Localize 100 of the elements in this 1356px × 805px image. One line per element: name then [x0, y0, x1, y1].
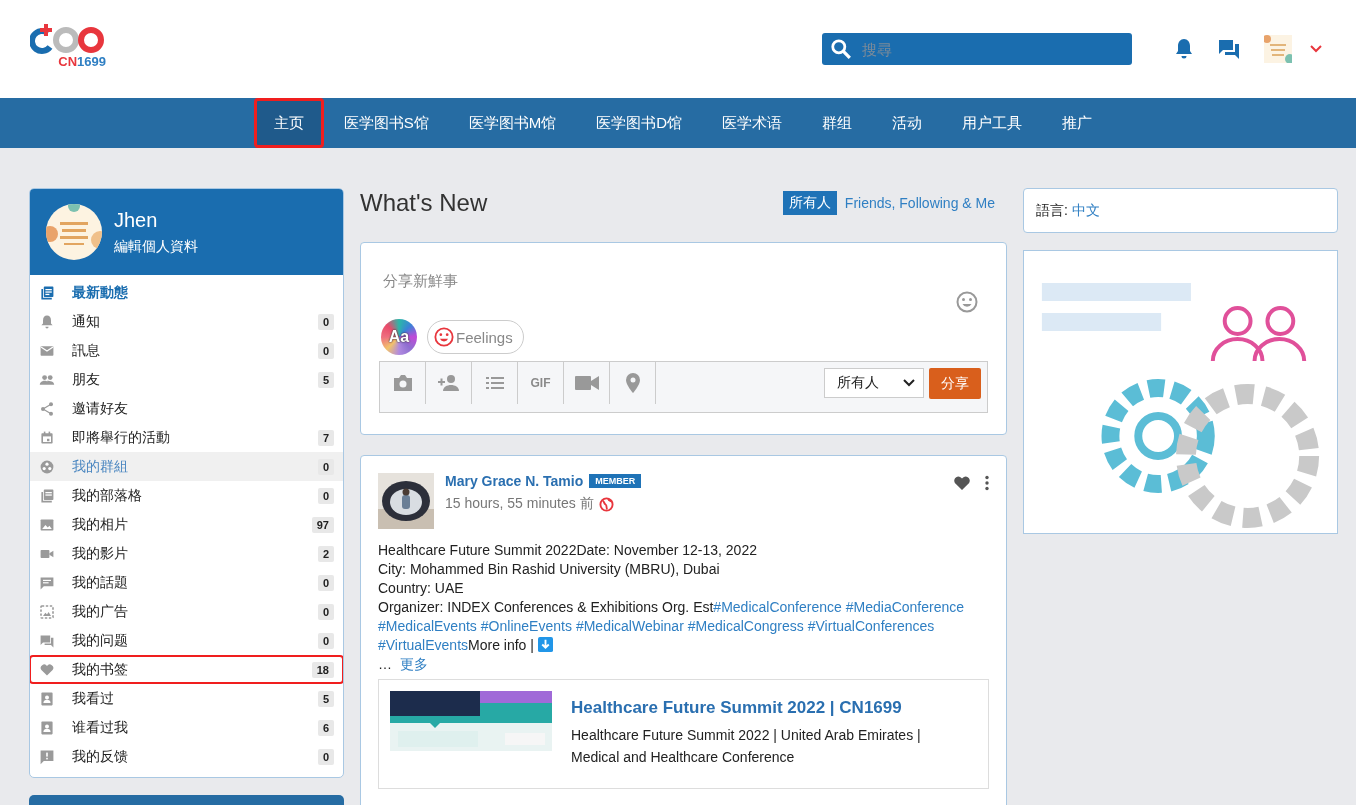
- hashtag-link[interactable]: #VirtualEvents: [378, 637, 468, 653]
- messages-icon[interactable]: [1218, 38, 1240, 60]
- download-icon: [537, 637, 553, 652]
- sidebar-label: 我的相片: [72, 515, 128, 534]
- image-icon: [39, 516, 55, 533]
- sidebar-label: 我的影片: [72, 544, 128, 563]
- preview-description: Healthcare Future Summit 2022 | United Arab Emirates | Medical and Healthcare Conference: [571, 726, 922, 767]
- heart-icon[interactable]: [953, 475, 971, 491]
- sidebar-item[interactable]: 通知 0: [30, 307, 343, 336]
- count-badge: 5: [317, 690, 334, 707]
- sidebar-label: 邀请好友: [72, 399, 128, 418]
- search-field[interactable]: 搜尋: [822, 33, 1132, 65]
- language-link[interactable]: 中文: [1071, 201, 1100, 220]
- gif-button[interactable]: GIF: [518, 362, 564, 404]
- smiley-icon[interactable]: [956, 291, 978, 313]
- count-badge: 97: [311, 516, 334, 533]
- count-badge: 0: [317, 342, 334, 359]
- feed-title: What's New: [360, 189, 488, 217]
- nav-tab[interactable]: 医学图书M馆: [448, 98, 577, 148]
- sidebar-item[interactable]: 我的问题 0: [30, 626, 343, 655]
- sidebar-item[interactable]: 我的反馈 0: [30, 742, 343, 771]
- nav-tab[interactable]: 群组: [802, 98, 873, 148]
- sidebar-label: 即將舉行的活動: [72, 428, 170, 447]
- nav-tab[interactable]: 医学图书D馆: [576, 98, 703, 148]
- sidebar-item[interactable]: 我的部落格 0: [30, 481, 343, 510]
- sidebar-label: 我的部落格: [72, 486, 142, 505]
- comment-icon: [39, 574, 55, 591]
- member-badge: MEMBER: [589, 474, 642, 488]
- feed-filter-tab[interactable]: Friends, Following & Me: [838, 192, 1001, 214]
- feed-filter-tab[interactable]: 所有人: [782, 191, 837, 215]
- count-badge: 2: [317, 545, 334, 562]
- count-badge: 7: [317, 429, 334, 446]
- sidebar-item[interactable]: 即將舉行的活動 7: [30, 423, 343, 452]
- count-badge: 0: [317, 487, 334, 504]
- link-preview[interactable]: Healthcare Future Summit 2022 | CN1699 Healthcare Future Summit 2022 | United Arab Emirates | Medical and Healthcare Conference: [378, 679, 989, 789]
- chat-icon: [39, 632, 55, 649]
- hashtag-link[interactable]: #MediaConference: [845, 599, 965, 615]
- nav-tab[interactable]: 主页: [253, 98, 324, 148]
- count-badge: 0: [317, 458, 334, 475]
- sidebar-label: 我的问题: [72, 631, 128, 650]
- sidebar-item[interactable]: 我的影片 2: [30, 539, 343, 568]
- sidebar-label: 最新動態: [72, 283, 128, 302]
- author-link[interactable]: Mary Grace N. Tamio: [445, 473, 584, 489]
- smiley-icon: [434, 327, 454, 347]
- person-card-icon: [39, 690, 55, 707]
- edit-profile-link[interactable]: 編輯個人資料: [114, 237, 198, 256]
- bell-icon: [39, 313, 55, 330]
- sidebar-label: 谁看过我: [72, 718, 128, 737]
- hashtag-link[interactable]: #MedicalEvents: [378, 618, 477, 634]
- profile-name: Jhen: [114, 208, 159, 232]
- notification-bell-icon[interactable]: [1174, 38, 1194, 60]
- count-badge: 18: [311, 661, 334, 678]
- sidebar-item[interactable]: 訊息 0: [30, 336, 343, 365]
- sidebar-item[interactable]: 我看过 5: [30, 684, 343, 713]
- sidebar-item[interactable]: 我的相片 97: [30, 510, 343, 539]
- nav-tab[interactable]: 医学图书S馆: [323, 98, 449, 148]
- count-badge: 0: [317, 603, 334, 620]
- more-options-icon[interactable]: [985, 475, 989, 491]
- count-badge: 5: [317, 371, 334, 388]
- hashtag-link[interactable]: #VirtualConferences: [807, 618, 935, 634]
- sidebar-label: 我的群組: [72, 457, 128, 476]
- sidebar-label: 訊息: [72, 341, 100, 360]
- sidebar-item[interactable]: 最新動態: [30, 278, 343, 307]
- sidebar-item[interactable]: 我的书签 18: [30, 655, 343, 684]
- feelings-button[interactable]: Feelings: [427, 320, 524, 354]
- sidebar-item[interactable]: 我的話題 0: [30, 568, 343, 597]
- newsfeed-icon: [39, 284, 55, 301]
- hashtag-link[interactable]: #MedicalConference: [713, 599, 842, 615]
- share-button[interactable]: 分享: [929, 368, 981, 399]
- document-icon: [39, 487, 55, 504]
- share-icon: [39, 400, 55, 417]
- alert-comment-icon: [39, 748, 55, 765]
- hashtag-link[interactable]: #MedicalWebinar: [575, 618, 684, 634]
- language-label: 語言:: [1036, 201, 1068, 220]
- framed-image-icon: [39, 603, 55, 620]
- sidebar-label: 我的广告: [72, 602, 128, 621]
- preview-title[interactable]: Healthcare Future Summit 2022 | CN1699: [571, 698, 951, 718]
- read-more-link[interactable]: 更多: [400, 655, 428, 674]
- ellipsis-text: …: [378, 655, 392, 674]
- nav-tab[interactable]: 活动: [872, 98, 943, 148]
- heart-icon: [39, 661, 55, 678]
- group-icon: [39, 458, 55, 475]
- post-time: 15 hours, 55 minutes 前: [445, 495, 594, 513]
- sidebar-item[interactable]: 我的广告 0: [30, 597, 343, 626]
- sidebar-item[interactable]: 邀请好友: [30, 394, 343, 423]
- globe-icon: [598, 496, 614, 512]
- privacy-dropdown[interactable]: 所有人: [824, 368, 924, 398]
- nav-tab[interactable]: 用户工具: [942, 98, 1043, 148]
- hashtag-link[interactable]: #MedicalCongress: [687, 618, 804, 634]
- hashtag-link[interactable]: #OnlineEvents: [480, 618, 572, 634]
- post-text: Healthcare Future Summit 2022Date: November 12-13, 2022 City: Mohammed Bin Rashid University (MBRU), Dubai Country: UAE Organizer: INDEX Conferences & Exhibitions Org. Est#MedicalConference #MediaConference #MedicalEvents #OnlineEvents #MedicalWebinar #MedicalCongress #VirtualConferences #VirtualEventsMore info |: [378, 541, 966, 655]
- sidebar-item[interactable]: 朋友 5: [30, 365, 343, 394]
- sidebar-item[interactable]: 我的群組 0: [30, 452, 343, 481]
- nav-tab[interactable]: 医学术语: [702, 98, 803, 148]
- sidebar-label: 朋友: [72, 370, 100, 389]
- sidebar-label: 我看过: [72, 689, 114, 708]
- calendar-icon: [39, 429, 55, 446]
- sidebar-item[interactable]: 谁看过我 6: [30, 713, 343, 742]
- nav-tab[interactable]: 推广: [1042, 98, 1113, 148]
- caret-icon[interactable]: [1310, 45, 1322, 53]
